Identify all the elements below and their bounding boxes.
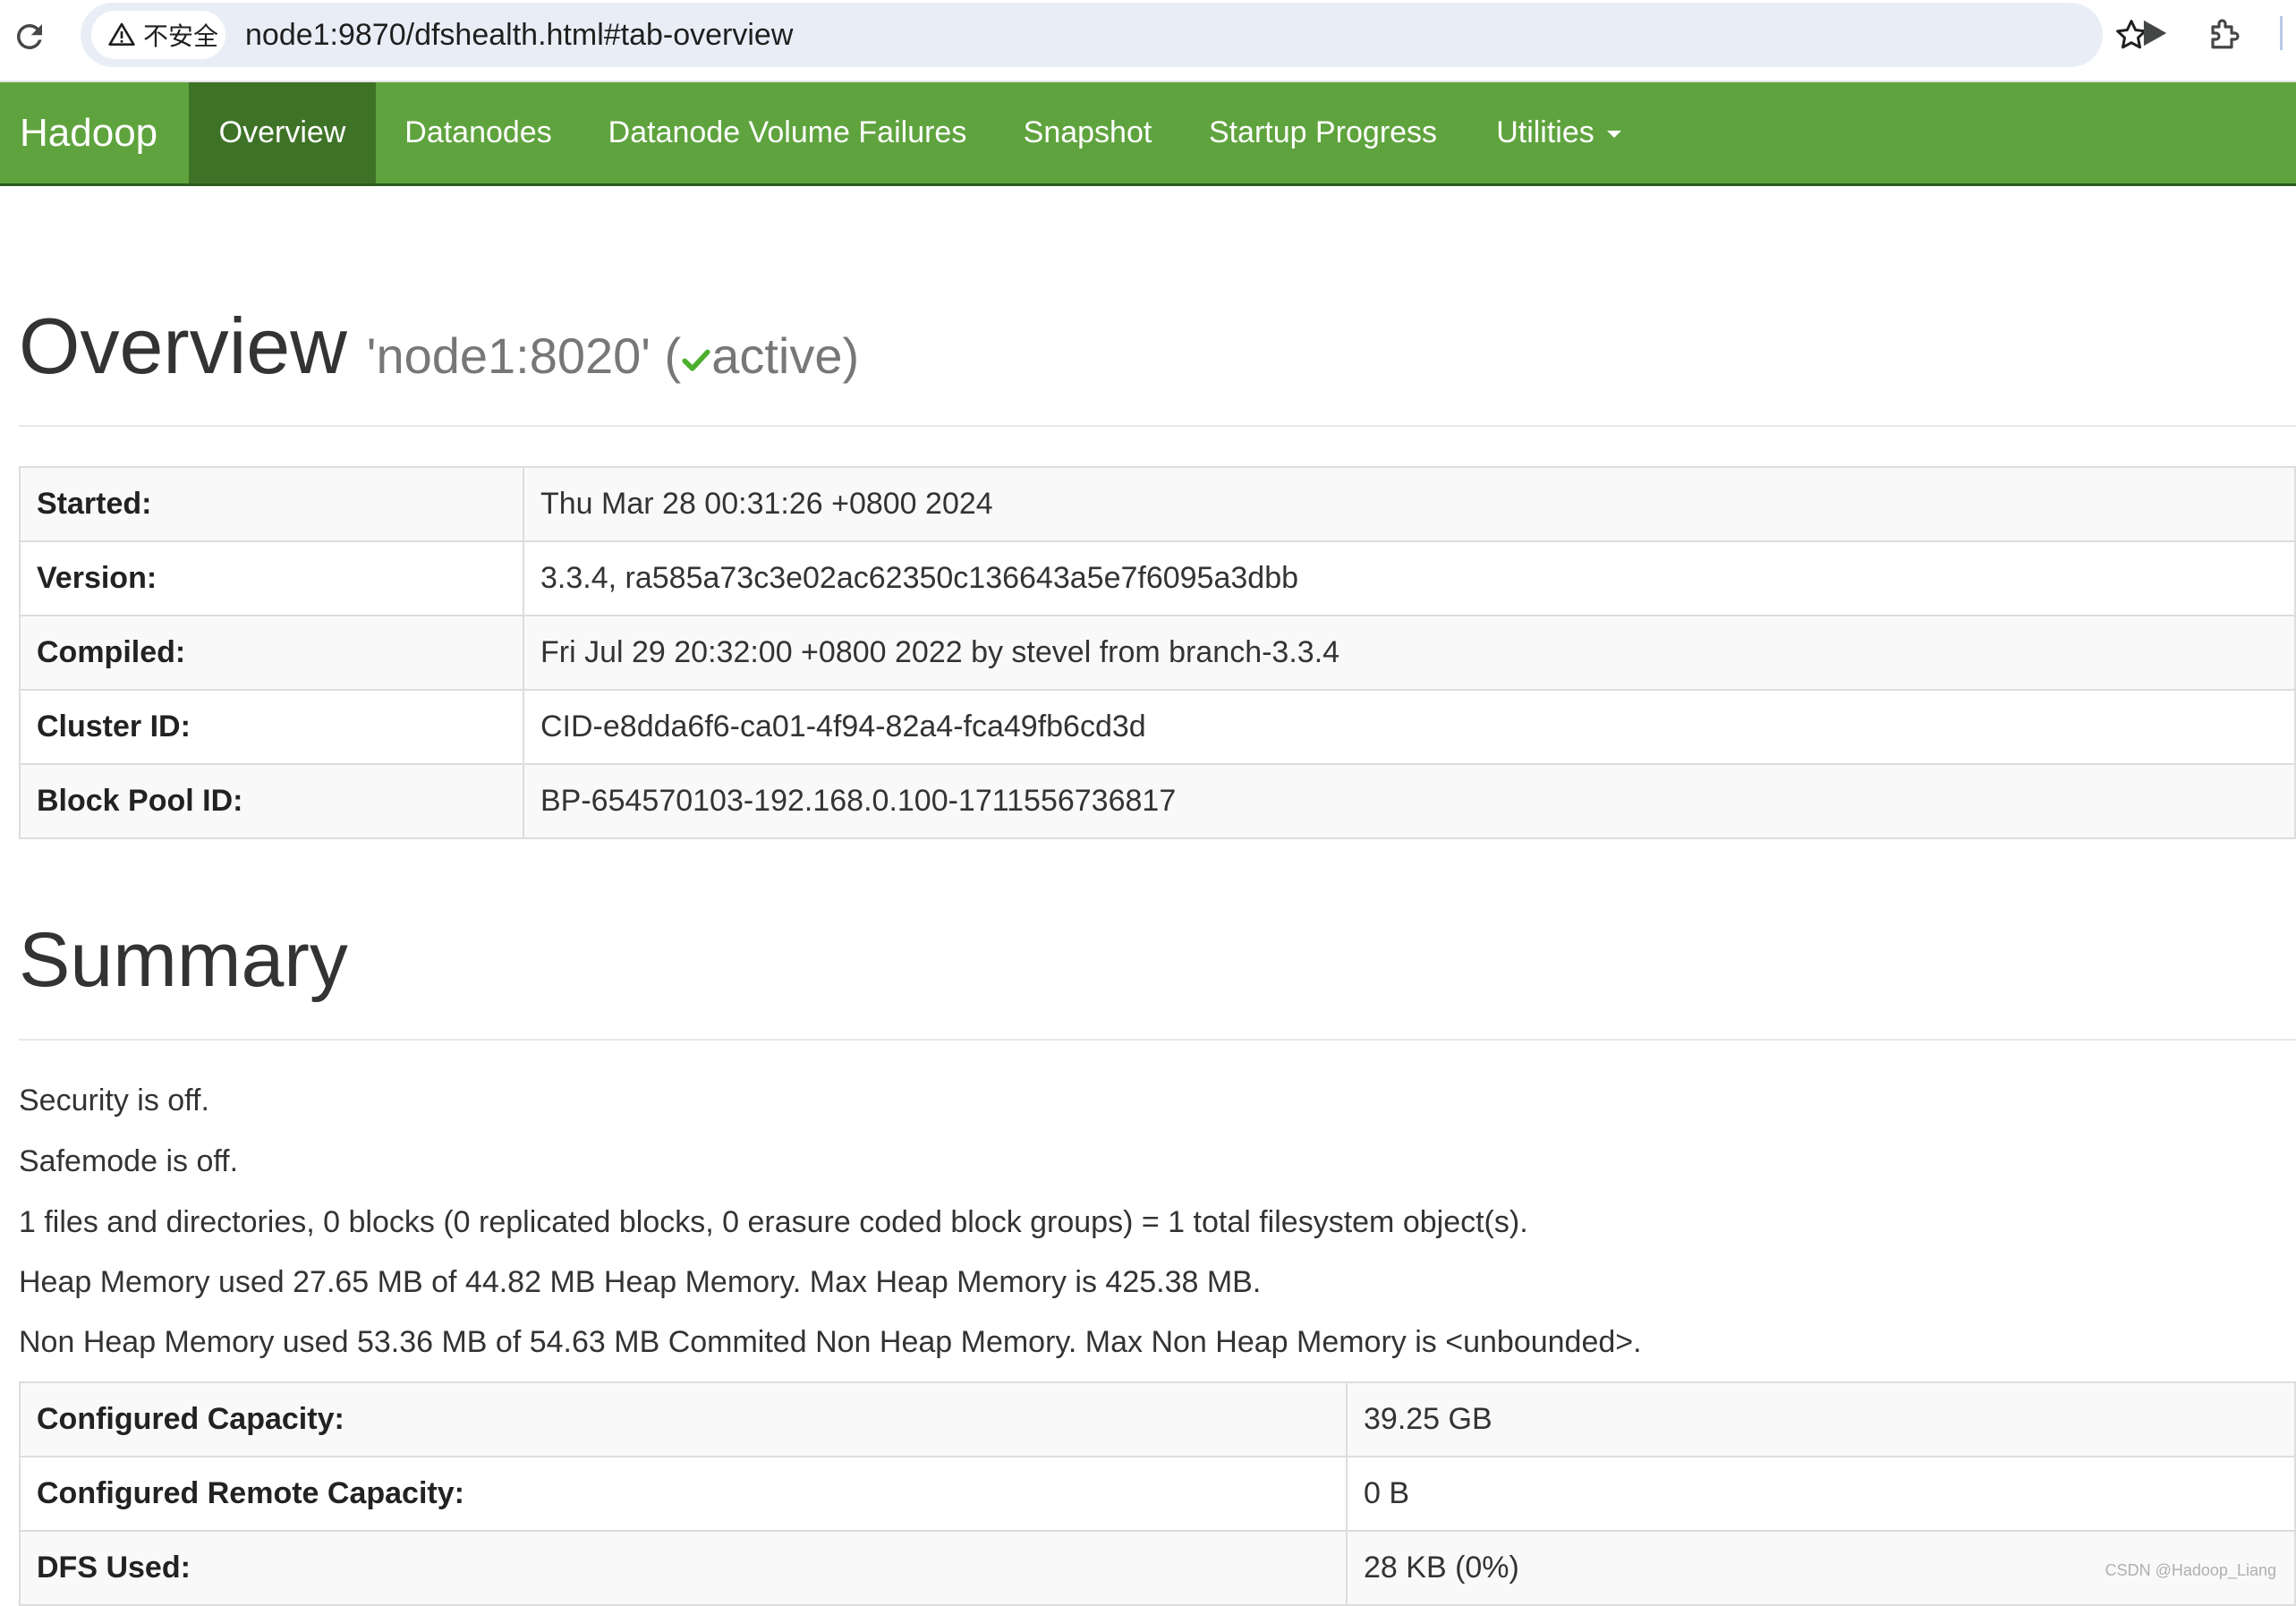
table-row: Compiled: Fri Jul 29 20:32:00 +0800 2022… — [19, 615, 2296, 691]
watermark: CSDN @Hadoop_Liang — [2105, 1561, 2276, 1579]
row-label: DFS Used: — [19, 1530, 1348, 1606]
table-row: Configured Remote Capacity: 0 B — [19, 1456, 2296, 1532]
tab-datanode-volume-failures[interactable]: Datanode Volume Failures — [581, 82, 994, 183]
overview-heading: Overview — [19, 302, 347, 390]
table-row: Started: Thu Mar 28 00:31:26 +0800 2024 — [19, 466, 2296, 542]
insecure-label: 不安全 — [143, 21, 219, 51]
row-label: Configured Remote Capacity: — [19, 1456, 1348, 1532]
tab-datanodes[interactable]: Datanodes — [376, 82, 581, 183]
navbar-brand[interactable]: Hadoop — [20, 82, 157, 183]
namenode-state: active) — [711, 327, 860, 384]
page-title: Overview 'node1:8020' ( active) — [19, 301, 859, 392]
tab-utilities[interactable]: Utilities — [1465, 82, 1653, 183]
namenode-address: 'node1:8020' ( — [366, 327, 682, 384]
row-label: Configured Capacity: — [19, 1381, 1348, 1457]
safemode-status: Safemode is off. — [19, 1144, 239, 1178]
namenode-status: 'node1:8020' ( active) — [367, 327, 859, 384]
tab-utilities-label: Utilities — [1496, 115, 1594, 149]
row-value: CID-e8dda6f6-ca01-4f94-82a4-fca49fb6cd3d — [523, 689, 2296, 765]
security-status: Security is off. — [19, 1083, 209, 1117]
summary-divider — [19, 1039, 2296, 1041]
table-row: Cluster ID: CID-e8dda6f6-ca01-4f94-82a4-… — [19, 689, 2296, 765]
row-label: Block Pool ID: — [19, 763, 524, 839]
address-bar[interactable]: 不安全 node1:9870/dfshealth.html#tab-overvi… — [81, 3, 2147, 67]
row-value: BP-654570103-192.168.0.100-1711556736817 — [523, 763, 2296, 839]
capacity-table: Configured Capacity: 39.25 GB Configured… — [19, 1381, 2296, 1606]
warning-icon — [108, 22, 135, 46]
row-label: Started: — [19, 466, 524, 542]
summary-heading: Summary — [19, 917, 348, 1003]
reload-icon[interactable] — [11, 18, 48, 55]
overview-divider — [19, 425, 2296, 427]
navbar: Hadoop Overview Datanodes Datanode Volum… — [0, 82, 2296, 186]
table-row: Version: 3.3.4, ra585a73c3e02ac62350c136… — [19, 540, 2296, 616]
table-row: DFS Used: 28 KB (0%) — [19, 1530, 2296, 1606]
extensions-icon[interactable] — [2207, 14, 2244, 52]
filesystem-objects: 1 files and directories, 0 blocks (0 rep… — [19, 1205, 1528, 1239]
tab-snapshot[interactable]: Snapshot — [994, 82, 1181, 183]
check-icon — [682, 349, 710, 371]
row-value: 0 B — [1346, 1456, 2296, 1532]
browser-toolbar: 不安全 node1:9870/dfshealth.html#tab-overvi… — [0, 0, 2296, 82]
row-label: Cluster ID: — [19, 689, 524, 765]
site-info-chip[interactable]: 不安全 — [91, 11, 225, 59]
sidebar-edge — [2280, 16, 2283, 50]
row-value: 39.25 GB — [1346, 1381, 2296, 1457]
caret-down-icon — [1606, 131, 1621, 139]
row-label: Compiled: — [19, 615, 524, 691]
heap-memory: Heap Memory used 27.65 MB of 44.82 MB He… — [19, 1265, 1262, 1299]
overview-table: Started: Thu Mar 28 00:31:26 +0800 2024 … — [19, 466, 2296, 839]
row-value: Thu Mar 28 00:31:26 +0800 2024 — [523, 466, 2296, 542]
tab-startup-progress[interactable]: Startup Progress — [1181, 82, 1465, 183]
table-row: Configured Capacity: 39.25 GB — [19, 1381, 2296, 1457]
non-heap-memory: Non Heap Memory used 53.36 MB of 54.63 M… — [19, 1325, 1642, 1359]
row-label: Version: — [19, 540, 524, 616]
url-text[interactable]: node1:9870/dfshealth.html#tab-overview — [245, 3, 793, 67]
row-value: 3.3.4, ra585a73c3e02ac62350c136643a5e7f6… — [523, 540, 2296, 616]
play-icon[interactable] — [2137, 16, 2171, 50]
table-row: Block Pool ID: BP-654570103-192.168.0.10… — [19, 763, 2296, 839]
tab-overview[interactable]: Overview — [189, 82, 376, 183]
row-value: Fri Jul 29 20:32:00 +0800 2022 by stevel… — [523, 615, 2296, 691]
